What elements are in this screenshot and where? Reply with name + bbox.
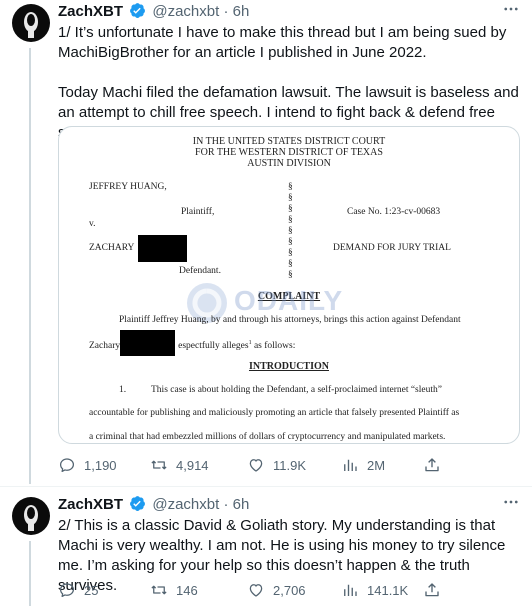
like-count: 11.9K — [273, 457, 307, 473]
share-icon — [425, 583, 439, 597]
views-chart-icon — [344, 459, 357, 471]
retweet-icon — [151, 585, 167, 595]
more-horizontal-icon[interactable] — [502, 0, 520, 23]
view-count: 141.1K — [367, 582, 409, 598]
retweet-button[interactable]: 146 — [150, 581, 198, 599]
thread-line — [29, 541, 31, 606]
like-count: 2,706 — [273, 582, 306, 598]
versus: v. — [89, 219, 96, 229]
court-line: AUSTIN DIVISION — [247, 158, 331, 169]
court-line: IN THE UNITED STATES DISTRICT COURT — [192, 136, 386, 147]
reply-count: 25 — [84, 582, 99, 598]
author-avatar[interactable] — [12, 4, 50, 42]
share-icon — [425, 458, 439, 472]
retweet-icon — [151, 460, 167, 470]
author-name[interactable]: ZachXBT — [58, 496, 123, 513]
reply-icon — [59, 458, 75, 473]
reply-icon — [59, 583, 75, 598]
heart-icon — [249, 584, 263, 597]
author-handle[interactable]: @zachxbt — [152, 496, 219, 513]
tweet-2[interactable]: ZachXBT @zachxbt · 6h 2/ This is a class… — [0, 487, 532, 606]
intro-text: accountable for publishing and malicious… — [89, 408, 460, 418]
more-horizontal-icon[interactable] — [502, 493, 520, 516]
author-handle[interactable]: @zachxbt — [152, 3, 219, 20]
intro-text: a criminal that had embezzled millions o… — [89, 432, 446, 442]
views-button[interactable]: 2M — [341, 456, 385, 474]
views-button[interactable]: 141.1K — [341, 581, 408, 599]
section-symbol: § — [288, 226, 293, 236]
verified-badge-icon — [129, 495, 146, 518]
section-symbol: § — [288, 259, 293, 269]
redaction-bar — [138, 235, 187, 262]
heart-icon — [249, 459, 263, 472]
section-symbol: § — [288, 215, 293, 225]
complaint-text: Plaintiff Jeffrey Huang, by and through … — [119, 315, 461, 325]
tweet-paragraph: 1/ It’s unfortunate I have to make this … — [58, 24, 507, 61]
redaction-bar — [120, 330, 175, 356]
retweet-button[interactable]: 4,914 — [150, 456, 209, 474]
retweet-count: 4,914 — [176, 457, 209, 473]
defendant-name: ZACHARY — [89, 243, 135, 253]
defendant-role: Defendant. — [179, 266, 221, 276]
tweet-header: ZachXBT @zachxbt · 6h — [58, 495, 249, 518]
tweet-time[interactable]: 6h — [233, 3, 250, 20]
court-line: FOR THE WESTERN DISTRICT OF TEXAS — [195, 147, 383, 158]
reply-button[interactable]: 25 — [58, 581, 98, 599]
case-number: Case No. 1:23-cv-00683 — [347, 207, 441, 217]
reply-count: 1,190 — [84, 457, 117, 473]
dot-separator: · — [223, 3, 229, 20]
like-button[interactable]: 11.9K — [247, 456, 306, 474]
watermark-text: ODAILY — [234, 285, 344, 316]
section-symbol: § — [288, 248, 293, 258]
tweet-text: 1/ It’s unfortunate I have to make this … — [58, 23, 524, 143]
section-symbol: § — [288, 193, 293, 203]
like-button[interactable]: 2,706 — [247, 581, 306, 599]
author-avatar[interactable] — [12, 497, 50, 535]
section-symbol: § — [288, 182, 293, 192]
intro-text: This case is about holding the Defendant… — [151, 385, 442, 395]
tweet-actions: 1,190 4,914 11.9K 2M — [58, 456, 478, 476]
plaintiff-name: JEFFREY HUANG, — [89, 182, 167, 192]
section-symbol: § — [288, 270, 293, 280]
attached-document-image[interactable]: IN THE UNITED STATES DISTRICT COURT FOR … — [58, 126, 520, 444]
share-button[interactable] — [423, 581, 449, 599]
verified-badge-icon — [129, 2, 146, 25]
jury-demand: DEMAND FOR JURY TRIAL — [333, 243, 451, 253]
dot-separator: · — [223, 496, 229, 513]
tweet-time[interactable]: 6h — [233, 496, 250, 513]
thread-line — [29, 48, 31, 484]
tweet-header: ZachXBT @zachxbt · 6h — [58, 2, 249, 25]
introduction-heading: INTRODUCTION — [248, 361, 329, 372]
tweet-1[interactable]: ZachXBT @zachxbt · 6h 1/ It’s unfortunat… — [0, 0, 532, 484]
section-symbol: § — [288, 237, 293, 247]
author-name[interactable]: ZachXBT — [58, 3, 123, 20]
tweet-actions: 25 146 2,706 141.1K — [58, 581, 478, 601]
retweet-count: 146 — [176, 582, 198, 598]
views-chart-icon — [344, 584, 357, 596]
share-button[interactable] — [423, 456, 449, 474]
plaintiff-role: Plaintiff, — [181, 207, 215, 217]
view-count: 2M — [367, 457, 386, 473]
paragraph-number: 1. — [119, 385, 127, 395]
reply-button[interactable]: 1,190 — [58, 456, 117, 474]
section-symbol: § — [288, 204, 293, 214]
